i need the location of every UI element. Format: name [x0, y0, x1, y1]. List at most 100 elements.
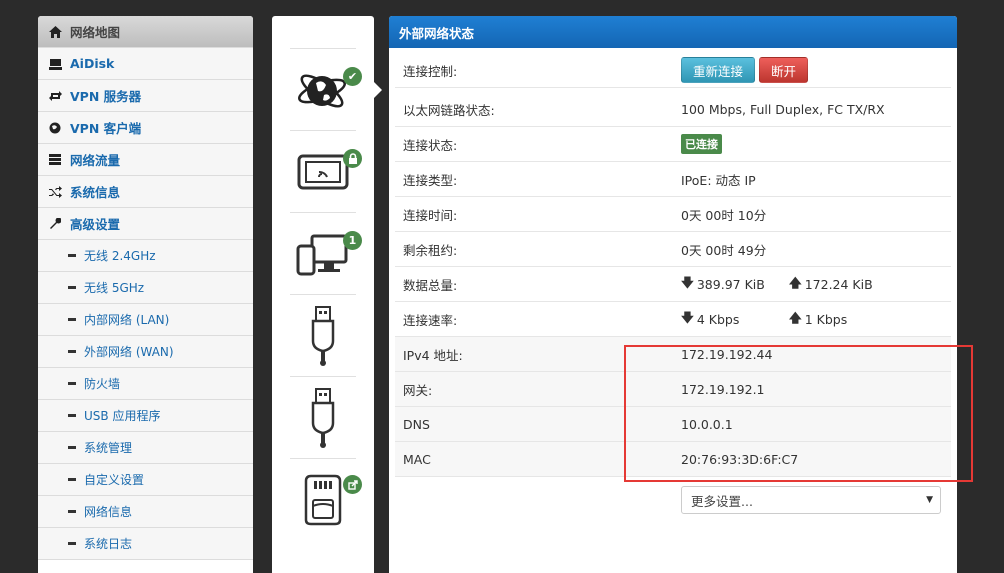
row-label: 剩余租约: — [403, 242, 458, 258]
disconnect-button[interactable]: 断开 — [759, 57, 809, 83]
wan-status-panel: 外部网络状态 连接控制: 重新连接 断开 以太网链路状态: 100 Mbps, … — [389, 16, 957, 573]
sidebar-subitem-wireless-5[interactable]: 无线 5GHz — [38, 272, 253, 304]
usb-port-1-cell[interactable] — [290, 294, 356, 376]
arrow-up-icon: 🡅 — [788, 274, 802, 290]
device-icon-column: ✔ 1 — [272, 16, 374, 573]
clients-devices-icon — [296, 234, 348, 275]
sidebar-item-label: 系统信息 — [70, 185, 121, 200]
data-up-value: 172.24 KiB — [804, 276, 873, 292]
row-label: MAC — [403, 451, 431, 467]
row-label: 连接类型: — [403, 172, 458, 188]
vpn-server-icon — [48, 89, 62, 103]
sidebar-item-label: VPN 服务器 — [70, 89, 142, 104]
row-value: 172.19.192.1 — [681, 381, 765, 397]
row-label: 数据总量: — [403, 277, 458, 293]
row-ipv4: IPv4 地址: 172.19.192.44 — [395, 337, 951, 372]
sidebar-subitem-admin[interactable]: 系统管理 — [38, 432, 253, 464]
row-value: 0天 00时 10分 — [681, 207, 767, 223]
arrow-down-icon: 🡇 — [681, 274, 694, 290]
status-badge: 已连接 — [681, 134, 722, 154]
row-ethernet-link: 以太网链路状态: 100 Mbps, Full Duplex, FC TX/RX — [395, 92, 951, 127]
sidebar-subitem-firewall[interactable]: 防火墙 — [38, 368, 253, 400]
panel-title: 外部网络状态 — [389, 16, 957, 48]
home-icon — [48, 25, 62, 39]
row-connection-type: 连接类型: IPoE: 动态 IP — [395, 162, 951, 197]
row-value: 20:76:93:3D:6F:C7 — [681, 451, 799, 467]
row-label: 连接速率: — [403, 312, 458, 328]
internet-status-cell[interactable]: ✔ — [290, 48, 362, 130]
row-label: DNS — [403, 416, 430, 432]
row-label: IPv4 地址: — [403, 347, 463, 363]
sidebar-item-vpn-server[interactable]: VPN 服务器 — [38, 80, 253, 112]
row-label: 以太网链路状态: — [403, 102, 495, 118]
dash-icon — [68, 542, 76, 545]
row-label: 网关: — [403, 382, 433, 398]
shuffle-icon — [48, 185, 62, 199]
usb-port-2-cell[interactable] — [290, 376, 356, 458]
dash-icon — [68, 478, 76, 481]
sidebar-subitem-lan[interactable]: 内部网络 (LAN) — [38, 304, 253, 336]
sidebar-subitem-usb-apps[interactable]: USB 应用程序 — [38, 400, 253, 432]
lock-badge-icon — [343, 149, 362, 168]
sidebar-subitem-label: 系统管理 — [84, 441, 133, 455]
sd-card-cell[interactable] — [290, 458, 362, 540]
row-data-total: 数据总量: 🡇 389.97 KiB 🡅 172.24 KiB — [395, 267, 951, 302]
usb-icon — [311, 387, 335, 448]
sidebar-subitem-syslog[interactable]: 系统日志 — [38, 528, 253, 560]
more-settings-select[interactable]: 更多设置... ▼ — [681, 486, 941, 514]
row-value: 10.0.0.1 — [681, 416, 733, 432]
row-connection-rate: 连接速率: 🡇 4 Kbps 🡅 1 Kbps — [395, 302, 951, 337]
row-label: 连接状态: — [403, 137, 458, 153]
sidebar-item-aidisk[interactable]: AiDisk — [38, 48, 253, 80]
dash-icon — [68, 286, 76, 289]
globe-network-icon — [298, 74, 346, 107]
dash-icon — [68, 510, 76, 513]
clients-count-badge: 1 — [343, 231, 362, 250]
row-value: IPoE: 动态 IP — [681, 172, 756, 188]
sidebar-subitem-label: 防火墙 — [84, 377, 121, 391]
sidebar-item-vpn-client[interactable]: VPN 客户端 — [38, 112, 253, 144]
dash-icon — [68, 414, 76, 417]
sidebar-subitem-custom[interactable]: 自定义设置 — [38, 464, 253, 496]
usb-icon — [311, 305, 335, 366]
caret-down-icon: ▼ — [926, 495, 933, 505]
row-label: 连接控制: — [403, 63, 458, 79]
sidebar-subitem-label: 系统日志 — [84, 537, 133, 551]
sidebar-item-network-map[interactable]: 网络地图 — [38, 16, 253, 48]
sidebar-item-label: VPN 客户端 — [70, 121, 142, 136]
row-gateway: 网关: 172.19.192.1 — [395, 372, 951, 407]
sidebar-item-label: 网络流量 — [70, 153, 121, 168]
data-down-value: 389.97 KiB — [696, 276, 765, 292]
selection-pointer — [374, 82, 382, 98]
sidebar-item-advanced[interactable]: 高级设置 — [38, 208, 253, 240]
row-label: 连接时间: — [403, 207, 458, 223]
sidebar-subitem-label: USB 应用程序 — [84, 409, 161, 423]
rate-up-value: 1 Kbps — [804, 311, 848, 327]
rate-down-value: 4 Kbps — [696, 311, 740, 327]
sidebar-item-traffic[interactable]: 网络流量 — [38, 144, 253, 176]
sidebar-subitem-label: 网络信息 — [84, 505, 133, 519]
sidebar-item-system-info[interactable]: 系统信息 — [38, 176, 253, 208]
arrow-down-icon: 🡇 — [681, 309, 694, 325]
row-lease: 剩余租约: 0天 00时 49分 — [395, 232, 951, 267]
sd-card-icon — [304, 474, 342, 525]
dash-icon — [68, 350, 76, 353]
sidebar-subitem-network-info[interactable]: 网络信息 — [38, 496, 253, 528]
sidebar-subitem-wan[interactable]: 外部网络 (WAN) — [38, 336, 253, 368]
sidebar-subitem-label: 无线 2.4GHz — [84, 249, 156, 263]
share-badge-icon — [343, 475, 362, 494]
row-value: 0天 00时 49分 — [681, 242, 767, 258]
clients-status-cell[interactable]: 1 — [290, 212, 362, 294]
wrench-icon — [48, 217, 62, 231]
sidebar-subitem-wireless-24[interactable]: 无线 2.4GHz — [38, 240, 253, 272]
row-uptime: 连接时间: 0天 00时 10分 — [395, 197, 951, 232]
sidebar-item-label: 网络地图 — [70, 25, 121, 40]
sidebar-item-label: 高级设置 — [70, 217, 121, 232]
row-value: 100 Mbps, Full Duplex, FC TX/RX — [681, 101, 885, 117]
wireless-status-cell[interactable] — [290, 130, 362, 212]
router-icon — [297, 154, 349, 189]
reconnect-button[interactable]: 重新连接 — [681, 57, 756, 83]
dash-icon — [68, 254, 76, 257]
arrow-up-icon: 🡅 — [788, 309, 802, 325]
select-value: 更多设置... — [691, 493, 753, 509]
